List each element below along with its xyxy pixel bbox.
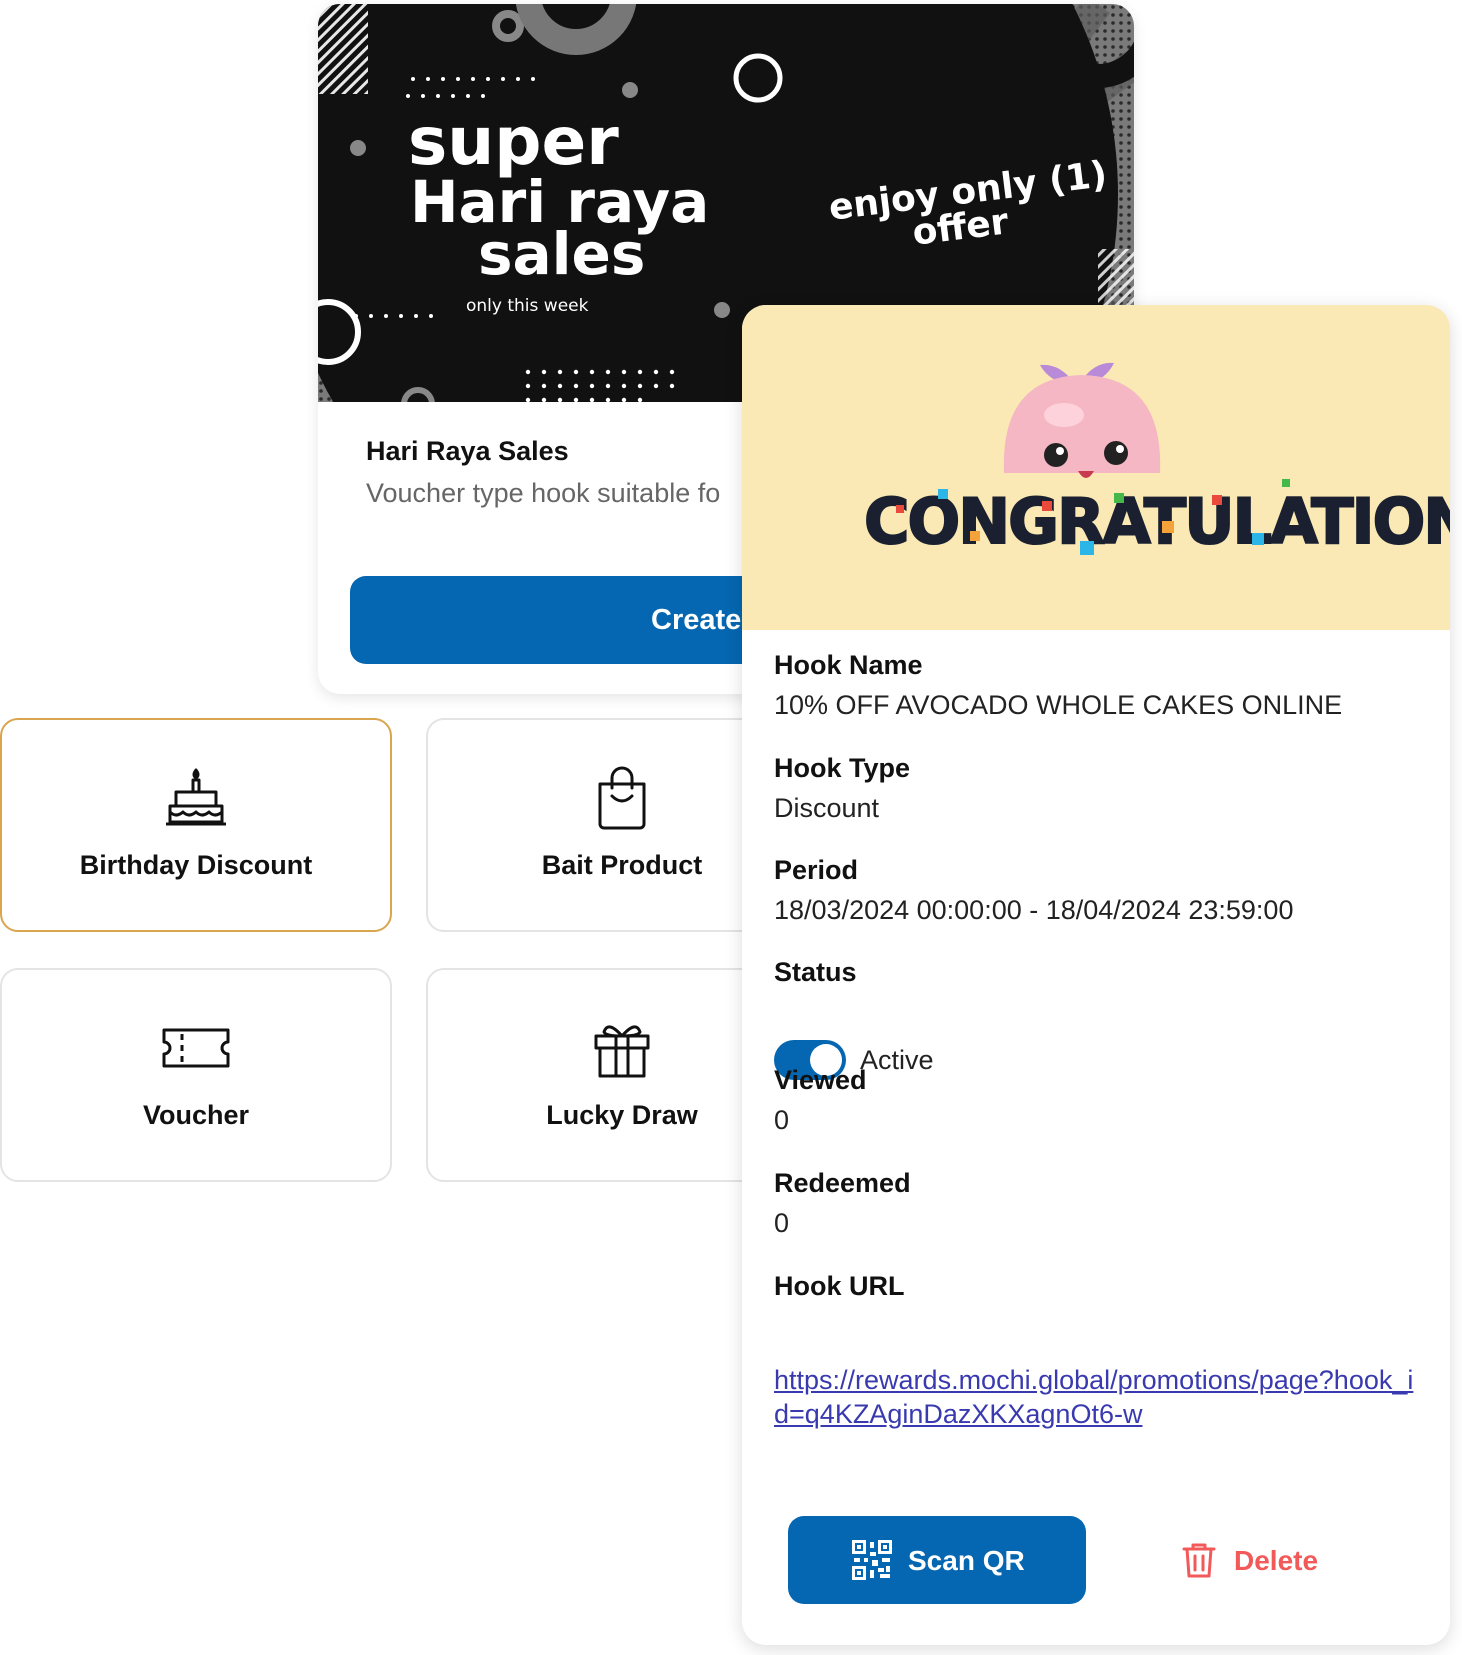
hook-type-label: Voucher: [142, 1100, 250, 1130]
promo-description: Voucher type hook suitable fo: [366, 478, 721, 508]
ticket-icon: [162, 1028, 230, 1068]
redeemed-value: 0: [774, 1208, 790, 1238]
promo-title: Hari Raya Sales: [366, 436, 569, 466]
qr-code-icon: [852, 1540, 892, 1580]
redeemed-label: Redeemed: [774, 1168, 911, 1198]
hook-type-value: Discount: [774, 793, 880, 823]
hook-detail-panel: CONGRATULATIONS Hook Name 10% OFF AVOCAD…: [742, 305, 1450, 1645]
hook-url-link[interactable]: https://rewards.mochi.global/promotions/…: [774, 1363, 1414, 1431]
hook-type-voucher[interactable]: Voucher: [0, 968, 392, 1182]
trash-icon: [1182, 1543, 1216, 1578]
hook-url-label: Hook URL: [774, 1271, 905, 1301]
birthday-cake-icon: [166, 768, 226, 826]
hook-type-label: Birthday Discount: [79, 850, 313, 880]
mochi-mascot-image: [1003, 362, 1161, 478]
hook-type-label: Hook Type: [774, 753, 911, 783]
delete-button[interactable]: Delete: [1182, 1525, 1342, 1595]
hook-name-label: Hook Name: [774, 650, 923, 680]
period-label: Period: [774, 855, 859, 885]
banner-tagline: only this week: [466, 296, 589, 316]
viewed-label: Viewed: [774, 1065, 867, 1095]
congratulations-text: CONGRATULATIONS: [864, 485, 1450, 558]
shopping-bag-icon: [598, 766, 646, 830]
status-value: Active: [860, 1045, 934, 1075]
scan-qr-label: Scan QR: [908, 1545, 1025, 1576]
hook-type-birthday-discount[interactable]: Birthday Discount: [0, 718, 392, 932]
banner-headline-3: sales: [478, 220, 645, 288]
delete-label: Delete: [1234, 1545, 1319, 1576]
scan-qr-button[interactable]: Scan QR: [788, 1516, 1086, 1604]
viewed-value: 0: [774, 1105, 790, 1135]
congratulations-banner: CONGRATULATIONS: [742, 305, 1450, 630]
hook-name-value: 10% OFF AVOCADO WHOLE CAKES ONLINE: [774, 690, 1343, 720]
status-label: Status: [774, 957, 857, 987]
period-value: 18/03/2024 00:00:00 - 18/04/2024 23:59:0…: [774, 895, 1294, 925]
gift-icon: [594, 1025, 650, 1078]
